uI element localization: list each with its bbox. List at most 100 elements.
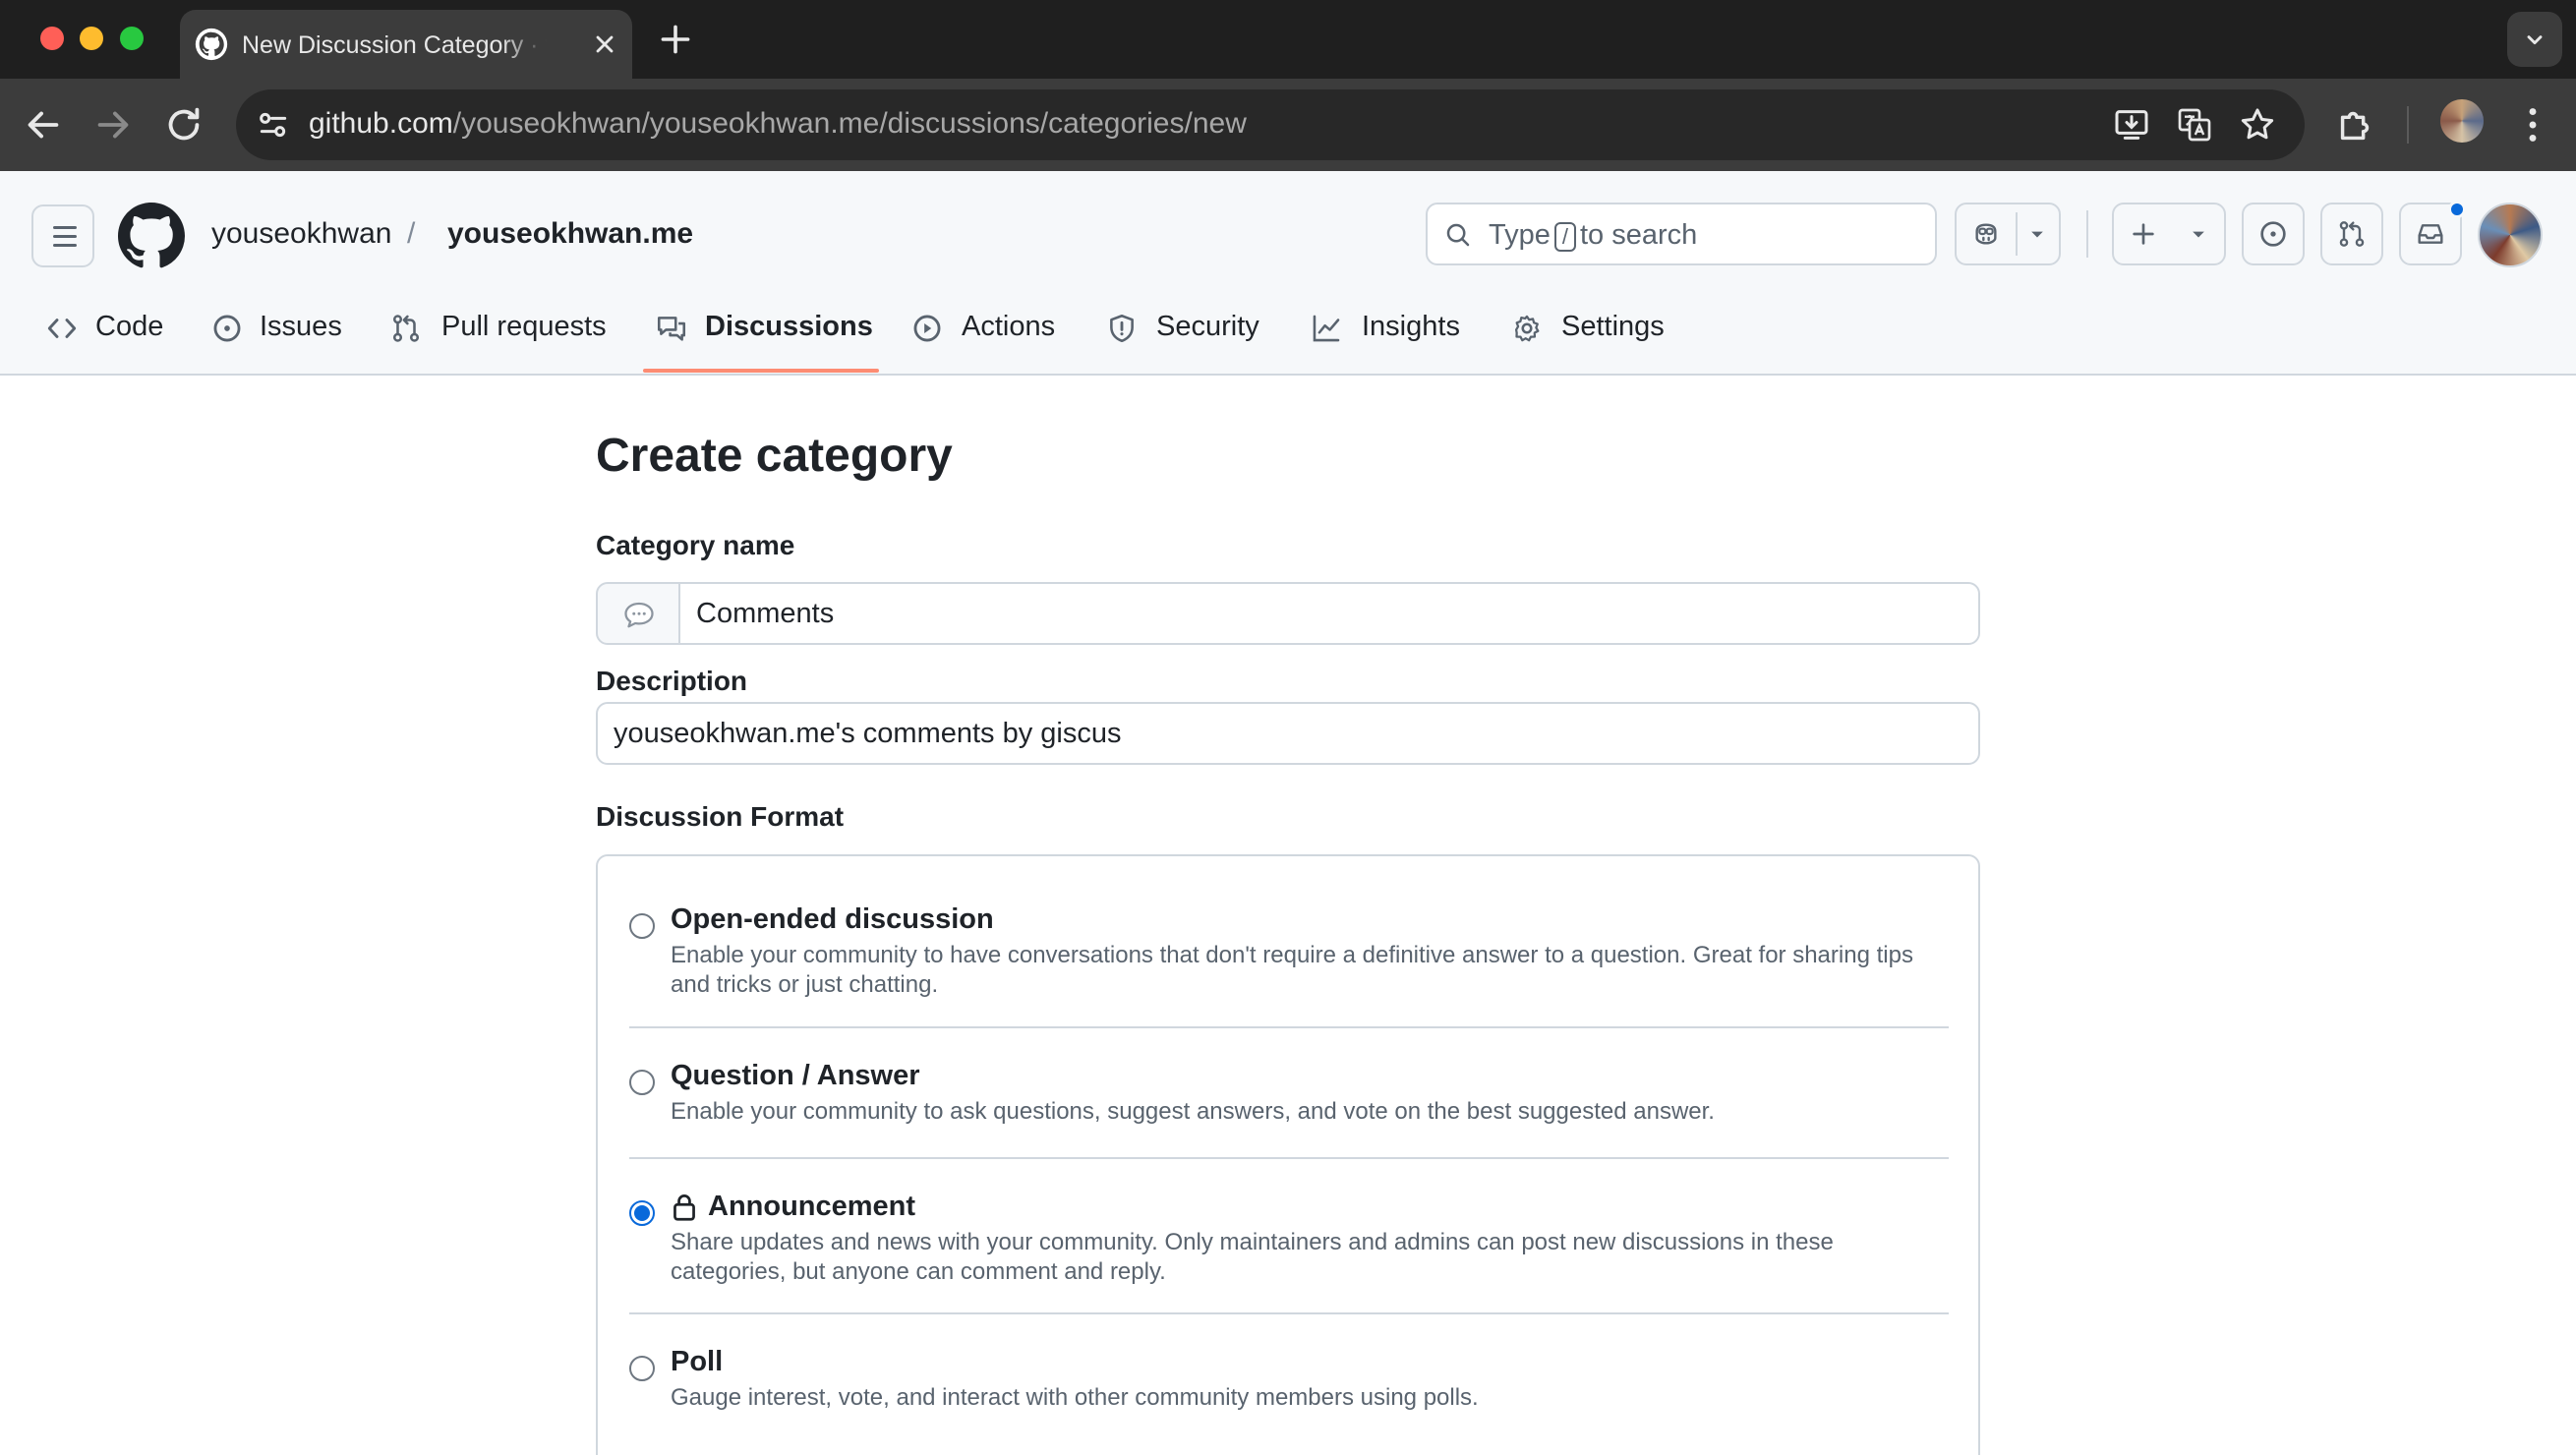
pull-requests-button[interactable] [2320, 203, 2383, 265]
graph-icon [1313, 315, 1340, 342]
comment-discussion-icon [657, 317, 686, 341]
user-avatar[interactable] [2478, 203, 2543, 267]
minimize-window-button[interactable] [80, 27, 103, 50]
site-settings-icon[interactable] [254, 105, 293, 145]
description-label: Description [596, 666, 748, 696]
zoom-window-button[interactable] [120, 27, 144, 50]
search-icon [1446, 223, 1470, 247]
back-arrow-icon[interactable] [21, 102, 66, 147]
play-icon [913, 315, 941, 342]
radio-question-answer[interactable] [629, 1070, 655, 1095]
format-option-open-ended[interactable]: Open-ended discussion Enable your commun… [629, 900, 1949, 998]
browser-tab-active[interactable]: New Discussion Category · youseokhwan/yo… [180, 10, 632, 79]
tab-label: Issues [260, 311, 342, 342]
repo-nav: Code Issues Pull requests Discussions Ac… [0, 287, 2576, 376]
close-window-button[interactable] [40, 27, 64, 50]
translate-icon[interactable] [2175, 105, 2214, 145]
chevron-down-icon [2193, 231, 2204, 238]
new-tab-icon[interactable] [658, 22, 693, 57]
forward-arrow-icon[interactable] [90, 102, 136, 147]
tab-title: New Discussion Category · youseokhwan/yo… [242, 31, 547, 59]
search-input[interactable]: Type / to search [1426, 203, 1937, 265]
chevron-down-icon [2031, 231, 2043, 238]
notification-indicator [2448, 201, 2466, 218]
copilot-icon [1975, 223, 1997, 245]
browser-window: New Discussion Category · youseokhwan/yo… [0, 0, 2576, 1455]
format-description: Gauge interest, vote, and interact with … [671, 1384, 1479, 1411]
github-favicon-icon [195, 28, 228, 61]
more-vertical-icon[interactable] [2510, 102, 2555, 147]
format-description: Enable your community to have conversati… [671, 942, 1913, 998]
active-tab-underline [643, 369, 879, 373]
chrome-profile-avatar[interactable] [2440, 99, 2484, 143]
discussion-format-label: Discussion Format [596, 801, 845, 832]
page-title: Create category [596, 430, 953, 482]
format-option-poll[interactable]: Poll Gauge interest, vote, and interact … [629, 1342, 1949, 1421]
tab-label: Insights [1362, 311, 1460, 342]
search-suffix: to search [1580, 219, 1698, 251]
radio-poll[interactable] [629, 1356, 655, 1381]
option-divider [629, 1312, 1949, 1314]
menu-bar [53, 244, 77, 247]
search-prefix: Type [1489, 219, 1551, 251]
tab-label: Security [1156, 311, 1259, 342]
extensions-puzzle-icon[interactable] [2333, 102, 2378, 147]
gear-icon [1514, 315, 1540, 342]
inbox-icon [2418, 224, 2443, 244]
discussion-format-options: Open-ended discussion Enable your commun… [596, 854, 1980, 1455]
format-title: Open-ended discussion [671, 903, 994, 935]
emoji-picker-button[interactable] [596, 582, 680, 645]
tab-strip: New Discussion Category · youseokhwan/yo… [0, 0, 2576, 79]
description-input[interactable] [596, 702, 1980, 765]
plus-icon [2133, 223, 2154, 245]
bookmark-star-icon[interactable] [2238, 105, 2277, 145]
option-divider [629, 1157, 1949, 1159]
speech-balloon-icon [624, 602, 654, 628]
tab-search-button[interactable] [2507, 12, 2562, 67]
menu-bar [53, 235, 77, 238]
create-new-button[interactable] [2112, 203, 2226, 265]
tab-label: Settings [1561, 311, 1665, 342]
format-title: Question / Answer [671, 1060, 920, 1091]
search-shortcut-key: / [1553, 222, 1576, 252]
radio-announcement[interactable] [629, 1200, 655, 1226]
issue-opened-icon [2260, 221, 2286, 247]
url-path: /youseokhwan/youseokhwan.me/discussions/… [452, 107, 1247, 140]
address-bar[interactable]: github.com/youseokhwan/youseokhwan.me/di… [236, 89, 2305, 160]
category-name-label: Category name [596, 530, 795, 560]
button-divider [2016, 212, 2018, 256]
radio-open-ended[interactable] [629, 913, 655, 939]
format-option-announcement[interactable]: Announcement Share updates and news with… [629, 1187, 1949, 1285]
tab-label: Pull requests [441, 311, 607, 342]
issues-button[interactable] [2242, 203, 2305, 265]
format-description: Share updates and news with your communi… [671, 1229, 1834, 1285]
code-icon [47, 319, 77, 338]
url-host: github.com [309, 107, 453, 140]
toolbar-divider [2407, 106, 2409, 144]
git-pull-request-icon [392, 315, 420, 342]
github-logo-icon[interactable] [118, 203, 185, 269]
menu-bar [53, 226, 77, 229]
tab-label: Actions [962, 311, 1056, 342]
close-tab-icon[interactable] [591, 30, 618, 58]
repo-name-link[interactable]: youseokhwan.me [447, 217, 693, 251]
search-placeholder: Type / to search [1489, 219, 1697, 252]
url-text: github.com/youseokhwan/youseokhwan.me/di… [309, 107, 1247, 141]
tab-label: Code [95, 311, 164, 342]
repo-owner-link[interactable]: youseokhwan [211, 217, 391, 251]
tab-label: Discussions [705, 311, 873, 342]
lock-icon [673, 1194, 695, 1221]
format-title: Poll [671, 1346, 724, 1377]
reload-icon[interactable] [161, 102, 206, 147]
install-app-icon[interactable] [2112, 105, 2151, 145]
global-menu-button[interactable] [31, 204, 94, 267]
browser-toolbar: github.com/youseokhwan/youseokhwan.me/di… [0, 79, 2576, 171]
breadcrumb-separator: / [407, 217, 416, 250]
github-header: youseokhwan / youseokhwan.me Type / to sea… [0, 171, 2576, 376]
chevron-down-icon [2527, 35, 2543, 45]
category-name-input[interactable] [678, 582, 1980, 645]
format-title: Announcement [708, 1191, 916, 1222]
format-option-question-answer[interactable]: Question / Answer Enable your community … [629, 1056, 1949, 1135]
copilot-button[interactable] [1955, 203, 2061, 265]
header-divider [2086, 210, 2088, 258]
